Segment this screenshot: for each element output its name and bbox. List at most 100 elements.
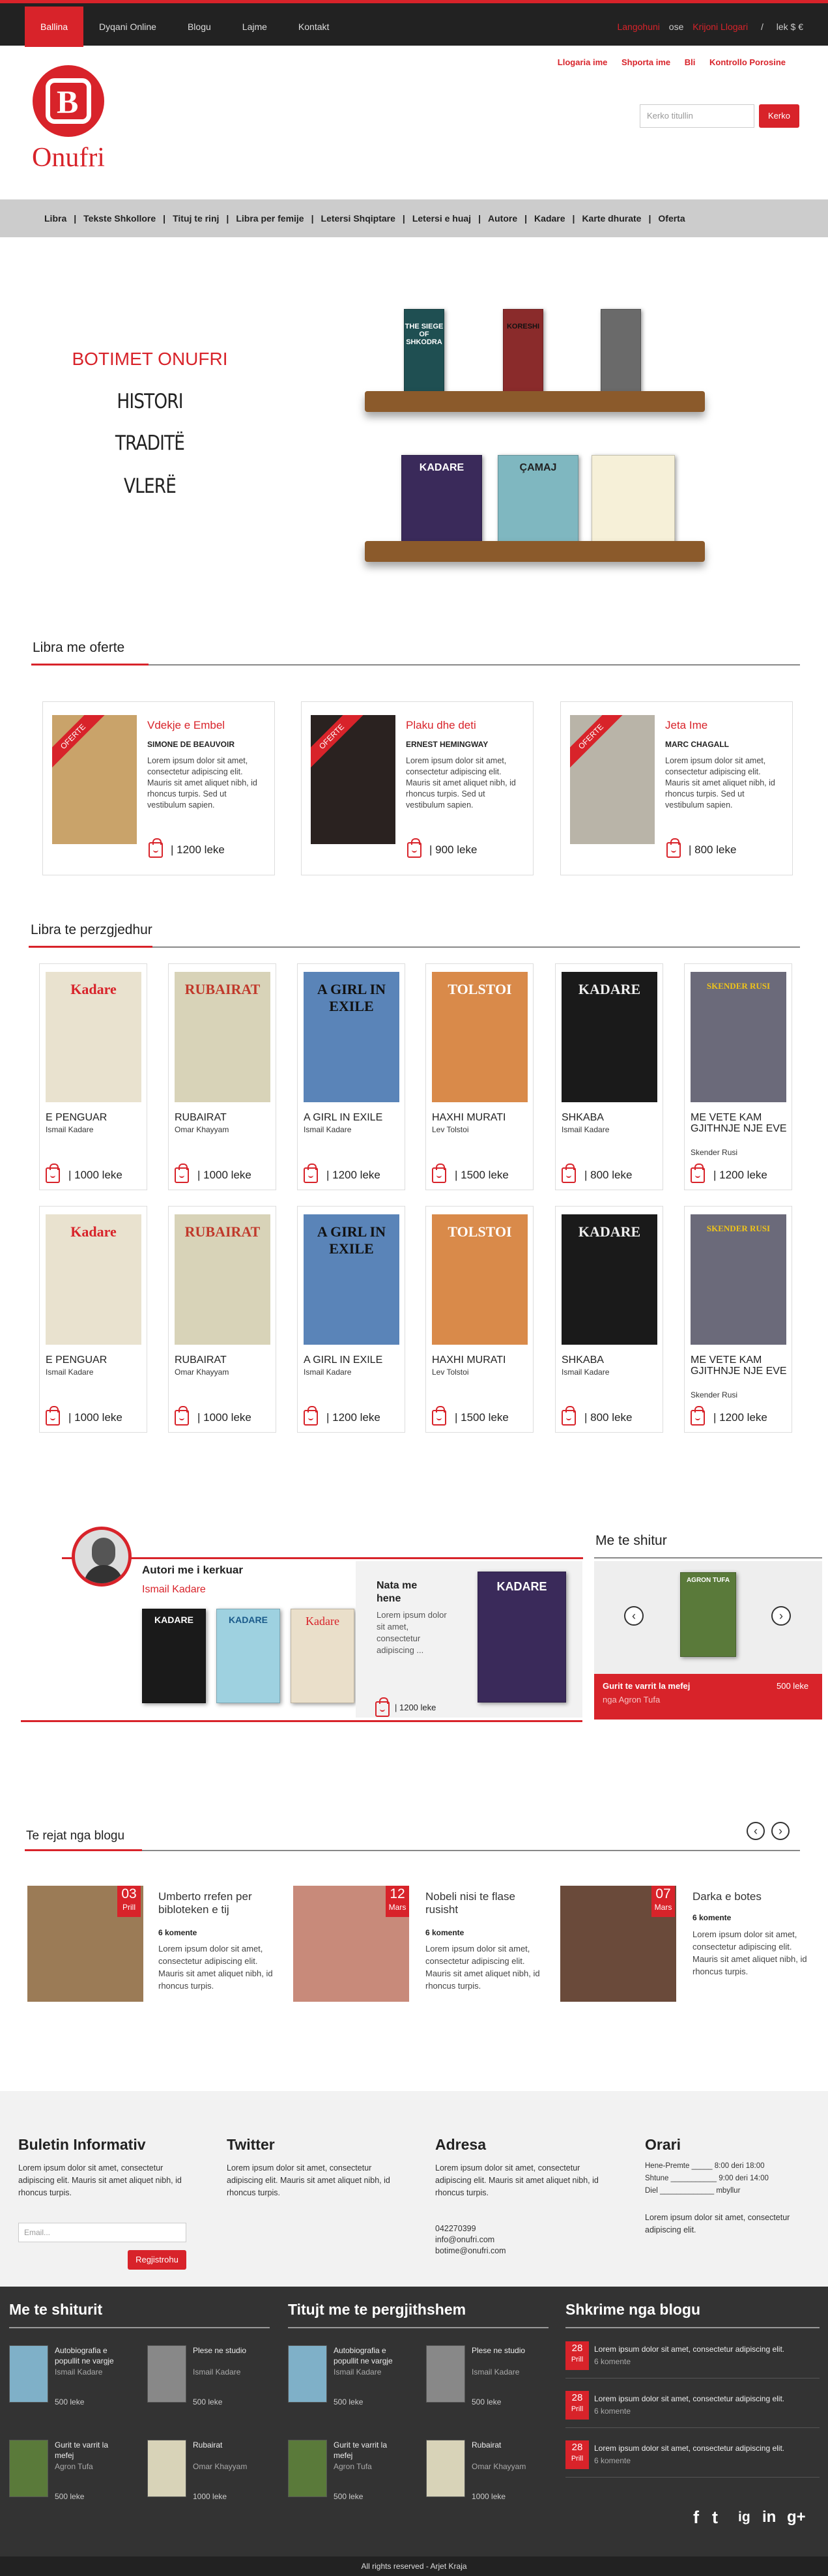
book-cover[interactable]: SKENDER RUSI <box>691 1214 786 1345</box>
nav-contact[interactable]: Kontakt <box>283 7 345 47</box>
product-title[interactable]: SHKABA <box>562 1354 659 1366</box>
product-title[interactable]: ME VETE KAM GJITHNJE NJE EVE <box>691 1354 788 1377</box>
check-order-link[interactable]: Kontrollo Porosine <box>709 57 786 67</box>
book-cover[interactable]: A GIRL IN EXILE <box>304 1214 399 1345</box>
mini-book-cover[interactable] <box>9 2440 48 2497</box>
cart-icon[interactable] <box>562 1164 576 1183</box>
popular-book-cover[interactable]: AGRON TUFA <box>680 1572 736 1657</box>
book-cover[interactable]: Kadare <box>46 1214 141 1345</box>
mini-book-title[interactable]: Autobiografia e popullit ne vargje <box>334 2345 399 2366</box>
author-book[interactable]: Kadare <box>291 1609 354 1703</box>
cart-icon[interactable] <box>304 1164 318 1183</box>
mini-book-title[interactable]: Plese ne studio <box>472 2345 537 2356</box>
next-arrow-icon[interactable]: › <box>771 1606 791 1626</box>
offer-title[interactable]: Jeta Ime <box>665 719 707 732</box>
product-title[interactable]: HAXHI MURATI <box>432 1354 530 1366</box>
book-cover[interactable]: RUBAIRAT <box>175 1214 270 1345</box>
author-name[interactable]: Ismail Kadare <box>142 1584 206 1596</box>
product-title[interactable]: E PENGUAR <box>46 1354 143 1366</box>
book-cover[interactable]: OFERTE <box>311 715 395 844</box>
blog-comments[interactable]: 6 komente <box>692 1913 731 1922</box>
cart-icon[interactable] <box>175 1164 189 1183</box>
product-title[interactable]: SHKABA <box>562 1112 659 1123</box>
book-cover[interactable]: SKENDER RUSI <box>691 972 786 1102</box>
mini-book-title[interactable]: Gurit te varrit la mefej <box>334 2440 399 2461</box>
search-button[interactable]: Kerko <box>759 104 799 128</box>
twitter-icon[interactable]: t <box>712 2508 718 2527</box>
login-link[interactable]: Langohuni <box>617 22 659 32</box>
cart-icon[interactable] <box>175 1406 189 1426</box>
linkedin-icon[interactable]: in <box>762 2508 776 2527</box>
featured-book-title[interactable]: Nata me hene <box>377 1579 429 1605</box>
facebook-icon[interactable]: f <box>693 2508 699 2527</box>
product-title[interactable]: ME VETE KAM GJITHNJE NJE EVE <box>691 1112 788 1134</box>
book-cover[interactable]: RUBAIRAT <box>175 972 270 1102</box>
hero-book[interactable] <box>592 455 675 548</box>
nav-shop[interactable]: Dyqani Online <box>83 7 172 47</box>
footer-blog-comments[interactable]: 6 komente <box>594 2407 631 2416</box>
cart-icon[interactable] <box>46 1406 60 1426</box>
nav-home[interactable]: Ballina <box>25 7 84 47</box>
featured-book-cover[interactable]: KADARE <box>478 1572 566 1703</box>
my-cart-link[interactable]: Shporta ime <box>621 57 670 67</box>
buy-link[interactable]: Bli <box>685 57 696 67</box>
book-cover[interactable]: TOLSTOI <box>432 972 528 1102</box>
mini-book-title[interactable]: Autobiografia e popullit ne vargje <box>55 2345 120 2366</box>
nav-news[interactable]: Lajme <box>227 7 283 47</box>
footer-blog-text[interactable]: Lorem ipsum dolor sit amet, consectetur … <box>594 2443 816 2453</box>
book-cover[interactable]: OFERTE <box>570 715 655 844</box>
offer-title[interactable]: Plaku dhe deti <box>406 719 476 732</box>
cat-albanian-lit[interactable]: Letersi Shqiptare <box>321 213 395 224</box>
hero-book[interactable]: THE SIEGE OF SHKODRA <box>404 309 444 394</box>
nav-blog[interactable]: Blogu <box>172 7 227 47</box>
footer-blog-comments[interactable]: 6 komente <box>594 2357 631 2366</box>
book-cover[interactable]: OFERTE <box>52 715 137 844</box>
register-link[interactable]: Krijoni Llogari <box>692 22 748 32</box>
cat-books[interactable]: Libra <box>44 213 66 224</box>
my-account-link[interactable]: Llogaria ime <box>558 57 608 67</box>
cart-icon[interactable] <box>562 1406 576 1426</box>
subscribe-button[interactable]: Regjistrohu <box>128 2250 186 2270</box>
footer-blog-text[interactable]: Lorem ipsum dolor sit amet, consectetur … <box>594 2393 816 2404</box>
blog-prev-icon[interactable]: ‹ <box>747 1822 765 1840</box>
email-field[interactable]: Email... <box>18 2223 186 2242</box>
cat-kadare[interactable]: Kadare <box>534 213 565 224</box>
mini-book-title[interactable]: Rubairat <box>193 2440 258 2450</box>
product-title[interactable]: RUBAIRAT <box>175 1112 272 1123</box>
mini-book-cover[interactable] <box>288 2345 327 2403</box>
blog-title[interactable]: Umberto rrefen per bibloteken e tij <box>158 1890 282 1916</box>
mini-book-cover[interactable] <box>426 2440 465 2497</box>
currency-selector[interactable]: lek $ € <box>777 22 803 32</box>
google-plus-icon[interactable]: g+ <box>787 2508 806 2527</box>
cat-gift-card[interactable]: Karte dhurate <box>582 213 641 224</box>
mini-book-cover[interactable] <box>147 2440 186 2497</box>
logo[interactable]: B Onufri <box>29 65 107 173</box>
cat-school[interactable]: Tekste Shkollore <box>83 213 156 224</box>
cart-icon[interactable] <box>432 1164 446 1183</box>
cart-icon[interactable] <box>691 1406 705 1426</box>
popular-book-title[interactable]: Gurit te varrit la mefej <box>603 1681 690 1691</box>
cat-authors[interactable]: Autore <box>488 213 517 224</box>
cat-new[interactable]: Tituj te rinj <box>173 213 219 224</box>
author-avatar[interactable] <box>72 1527 132 1587</box>
book-cover[interactable]: TOLSTOI <box>432 1214 528 1345</box>
mini-book-cover[interactable] <box>9 2345 48 2403</box>
cat-offers[interactable]: Oferta <box>658 213 685 224</box>
hero-book[interactable] <box>601 309 641 394</box>
blog-title[interactable]: Darka e botes <box>692 1890 816 1903</box>
hero-book[interactable]: ÇAMAJ <box>498 455 578 548</box>
hero-book[interactable]: KADARE <box>401 455 482 548</box>
book-cover[interactable]: KADARE <box>562 1214 657 1345</box>
footer-blog-text[interactable]: Lorem ipsum dolor sit amet, consectetur … <box>594 2344 816 2354</box>
email-link[interactable]: botime@onufri.com <box>435 2245 506 2257</box>
product-title[interactable]: E PENGUAR <box>46 1112 143 1123</box>
product-title[interactable]: HAXHI MURATI <box>432 1112 530 1123</box>
prev-arrow-icon[interactable]: ‹ <box>624 1606 644 1626</box>
product-title[interactable]: A GIRL IN EXILE <box>304 1354 401 1366</box>
product-title[interactable]: RUBAIRAT <box>175 1354 272 1366</box>
book-cover[interactable]: A GIRL IN EXILE <box>304 972 399 1102</box>
mini-book-title[interactable]: Gurit te varrit la mefej <box>55 2440 120 2461</box>
cart-icon[interactable] <box>691 1164 705 1183</box>
cart-icon[interactable] <box>46 1164 60 1183</box>
mini-book-cover[interactable] <box>288 2440 327 2497</box>
